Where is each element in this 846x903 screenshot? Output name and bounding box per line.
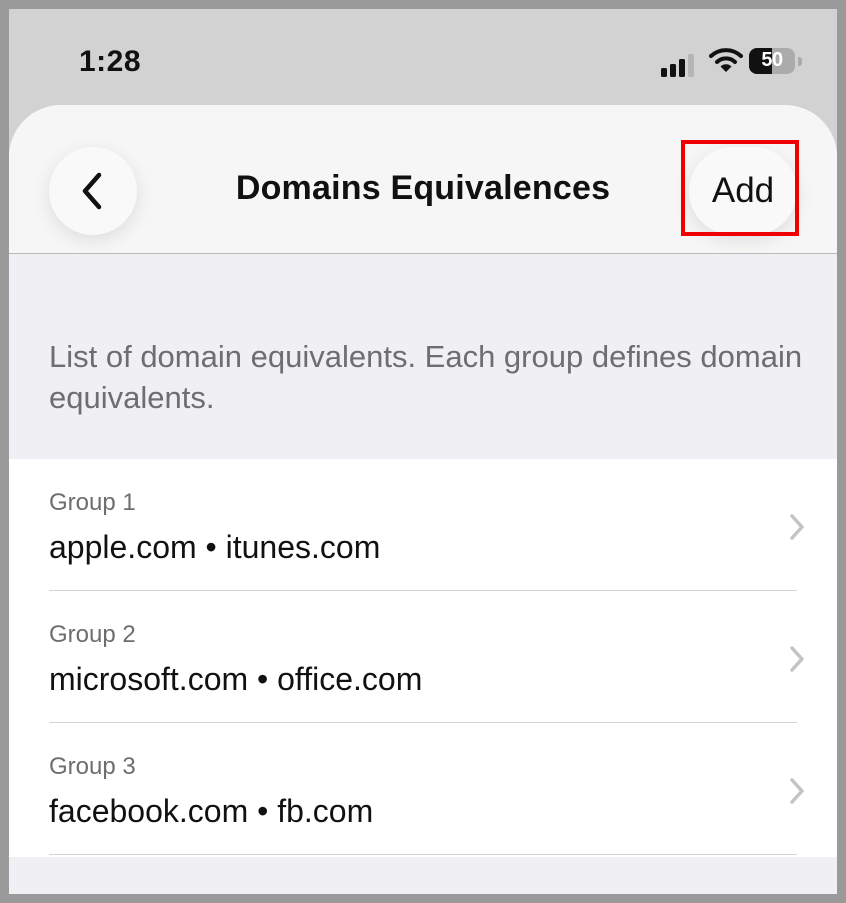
group-domains: microsoft.com • office.com <box>49 661 423 697</box>
battery-icon: 50 <box>749 48 795 74</box>
group-caption: Group 3 <box>49 753 136 780</box>
status-time: 1:28 <box>79 45 142 78</box>
chevron-right-icon <box>790 514 804 540</box>
battery-level: 50 <box>761 49 783 71</box>
group-row-2[interactable]: Group 2 microsoft.com • office.com <box>9 591 837 723</box>
battery-cap <box>798 57 802 66</box>
group-domains: apple.com • itunes.com <box>49 529 381 565</box>
group-caption: Group 2 <box>49 621 136 648</box>
status-icons: 50 <box>661 47 811 77</box>
group-row-1[interactable]: Group 1 apple.com • itunes.com <box>9 459 837 591</box>
group-domains: facebook.com • fb.com <box>49 793 374 829</box>
group-list: Group 1 apple.com • itunes.com Group 2 m… <box>9 459 837 857</box>
highlight-box <box>681 140 799 236</box>
chevron-right-icon <box>790 646 804 672</box>
row-divider <box>49 854 797 855</box>
wifi-icon <box>709 48 743 72</box>
group-row-3[interactable]: Group 3 facebook.com • fb.com <box>9 723 837 855</box>
chevron-left-icon <box>82 172 102 210</box>
group-caption: Group 1 <box>49 489 136 516</box>
chevron-right-icon <box>790 778 804 804</box>
back-button[interactable] <box>49 147 137 235</box>
device-screen: 1:28 50 Domains Equivalences Add List of… <box>9 9 837 894</box>
page-title: Domains Equivalences <box>235 169 611 207</box>
section-description: List of domain equivalents. Each group d… <box>49 339 803 415</box>
